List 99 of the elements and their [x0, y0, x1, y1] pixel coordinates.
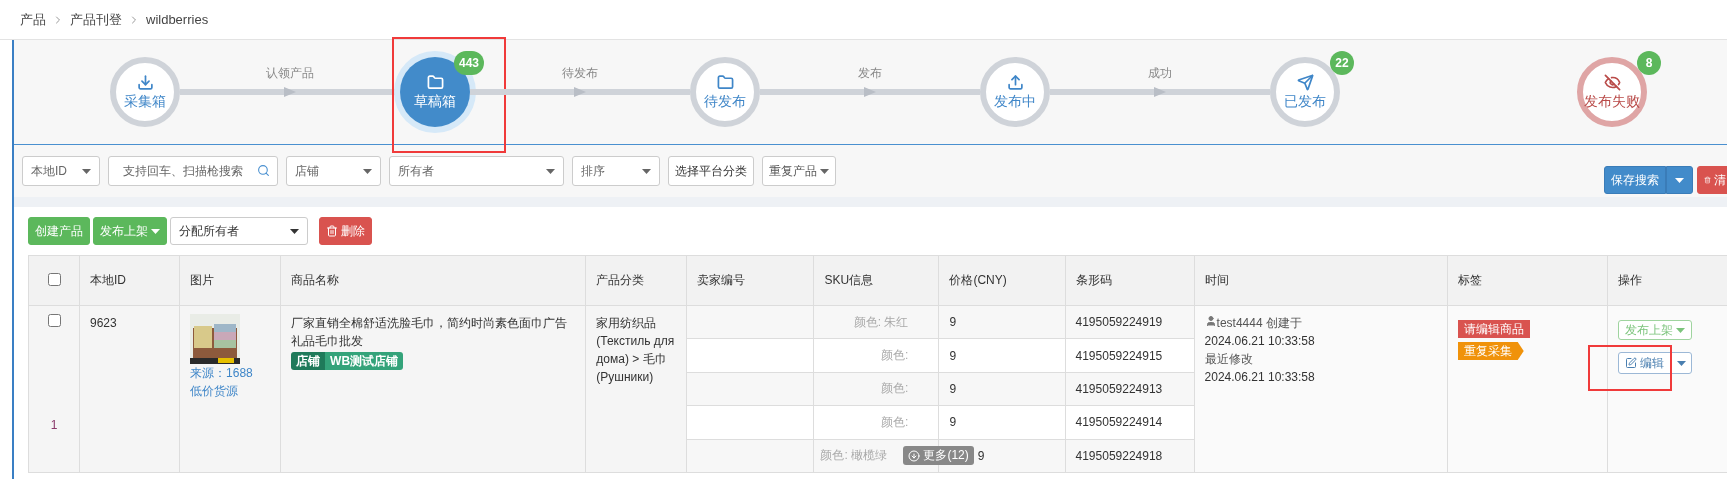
- download-icon: [136, 73, 154, 91]
- connector-label: 认领产品: [266, 65, 314, 82]
- filter-select[interactable]: 店铺: [286, 156, 381, 186]
- save-search-dropdown[interactable]: [1666, 166, 1693, 194]
- caret-icon: [290, 228, 299, 234]
- caret-icon: [642, 168, 651, 174]
- breadcrumb-item[interactable]: 产品刊登: [70, 10, 122, 29]
- count-badge: 443: [453, 51, 484, 75]
- search-field[interactable]: 支持回车、扫描枪搜索: [108, 156, 278, 186]
- folder-icon: [716, 73, 734, 91]
- created-time: 2024.06.21 10:33:58: [1204, 333, 1316, 350]
- user-icon: [1204, 315, 1217, 327]
- source-note: 低价货源: [190, 383, 240, 400]
- price-text: 9: [949, 415, 957, 430]
- column-header: 本地ID: [79, 255, 180, 306]
- arrow-icon: [574, 87, 586, 97]
- select-all-checkbox[interactable]: [47, 272, 61, 286]
- modified-label: 最近修改: [1204, 351, 1254, 368]
- price-text: 9: [949, 381, 957, 396]
- table-cell: 颜色:: [813, 405, 939, 440]
- trash-icon: [326, 225, 338, 237]
- arrow-icon: [284, 87, 296, 97]
- edit-dropdown[interactable]: [1670, 352, 1692, 374]
- row-number: 1: [50, 417, 58, 434]
- breadcrumb-item[interactable]: 产品: [20, 10, 46, 29]
- column-header: 卖家编号: [686, 255, 814, 306]
- count-badge: 22: [1330, 51, 1354, 75]
- assign-owner-select[interactable]: 分配所有者: [170, 217, 308, 245]
- table-cell: 4195059224915: [1065, 338, 1195, 373]
- shop-name-tag: WB测试店铺: [325, 352, 404, 370]
- folder-icon: [426, 73, 444, 91]
- arrow-down-icon: [908, 449, 921, 462]
- count-badge: 8: [1637, 51, 1661, 75]
- workflow-step[interactable]: 待发布: [690, 57, 760, 127]
- column-header: 条形码: [1065, 255, 1195, 306]
- trash-icon: [1704, 174, 1711, 186]
- connector-label: 发布: [858, 65, 882, 82]
- filter-select[interactable]: 本地ID: [22, 156, 100, 186]
- create-product-button[interactable]: 创建产品: [28, 217, 90, 245]
- edit-icon: [1624, 357, 1637, 369]
- arrow-icon: [864, 87, 876, 97]
- column-header: 标签: [1447, 255, 1608, 306]
- arrow-icon: [1154, 87, 1166, 97]
- table-cell: 4195059224914: [1065, 405, 1195, 440]
- paper-plane-icon: [1296, 73, 1314, 91]
- status-label: 请编辑商品: [1457, 320, 1530, 338]
- eye-slash-icon: [1603, 73, 1621, 91]
- workflow-step[interactable]: 采集箱: [110, 57, 180, 127]
- edit-button[interactable]: 编辑: [1617, 352, 1671, 374]
- table-cell: 颜色:: [813, 338, 939, 373]
- publish-button[interactable]: 发布上架: [1617, 320, 1692, 340]
- search-icon: [257, 164, 270, 177]
- table-cell: 9623: [79, 305, 180, 473]
- table-cell: 4195059224919: [1065, 305, 1195, 339]
- column-header: 价格(CNY): [938, 255, 1065, 306]
- shop-tag: 店铺: [291, 352, 326, 370]
- workflow-step[interactable]: 发布失败: [1577, 57, 1647, 127]
- filter-select[interactable]: 所有者: [389, 156, 564, 186]
- publish-button[interactable]: 发布上架: [93, 217, 167, 245]
- table-cell: 4195059224918: [1065, 439, 1195, 473]
- creator-line: test4444 创建于: [1204, 314, 1437, 332]
- price-text: 9: [977, 448, 985, 463]
- table-cell: 颜色:: [813, 372, 939, 406]
- category-button[interactable]: 选择平台分类: [668, 156, 754, 186]
- column-header: 产品分类: [585, 255, 687, 306]
- caret-icon: [82, 168, 91, 174]
- row-checkbox[interactable]: [47, 314, 61, 327]
- save-search-button[interactable]: 保存搜索: [1604, 166, 1666, 194]
- delete-button[interactable]: 删除: [319, 217, 372, 245]
- filter-select[interactable]: 排序: [572, 156, 660, 186]
- connector-label: 成功: [1148, 65, 1172, 82]
- column-header: 图片: [179, 255, 281, 306]
- column-header: 商品名称: [280, 255, 586, 306]
- workflow-step[interactable]: 发布中: [980, 57, 1050, 127]
- modified-time: 2024.06.21 10:33:58: [1204, 369, 1316, 386]
- caret-icon: [363, 168, 372, 174]
- connector-label: 待发布: [562, 65, 598, 82]
- clear-button[interactable]: 清: [1697, 166, 1727, 194]
- price-text: 9: [949, 348, 957, 363]
- caret-icon: [151, 228, 160, 234]
- status-label: 重复采集: [1457, 342, 1524, 360]
- more-button[interactable]: 更多(12): [903, 446, 974, 466]
- duplicate-dropdown[interactable]: 重复产品: [762, 156, 836, 186]
- caret-icon: [1675, 327, 1685, 333]
- upload-icon: [1006, 73, 1024, 91]
- price-text: 9: [949, 315, 957, 330]
- caret-icon: [1676, 360, 1686, 366]
- table-cell: 4195059224913: [1065, 372, 1195, 406]
- source-link[interactable]: 来源：1688: [190, 364, 271, 382]
- column-header: 操作: [1607, 255, 1727, 306]
- caret-icon: [820, 168, 829, 174]
- table-cell: 家用纺织品 (Текстиль для дома) > 毛巾 (Рушники): [585, 305, 687, 473]
- product-name: 厂家直销全棉舒适洗脸毛巾，简约时尚素色面巾广告礼品毛巾批发: [291, 315, 569, 350]
- breadcrumb-item[interactable]: wildberries: [146, 12, 209, 27]
- column-header: 时间: [1194, 255, 1448, 306]
- column-header: SKU信息: [813, 255, 939, 306]
- table-cell: 颜色: 朱红: [813, 305, 939, 339]
- caret-icon: [546, 168, 555, 174]
- caret-icon: [1675, 177, 1684, 183]
